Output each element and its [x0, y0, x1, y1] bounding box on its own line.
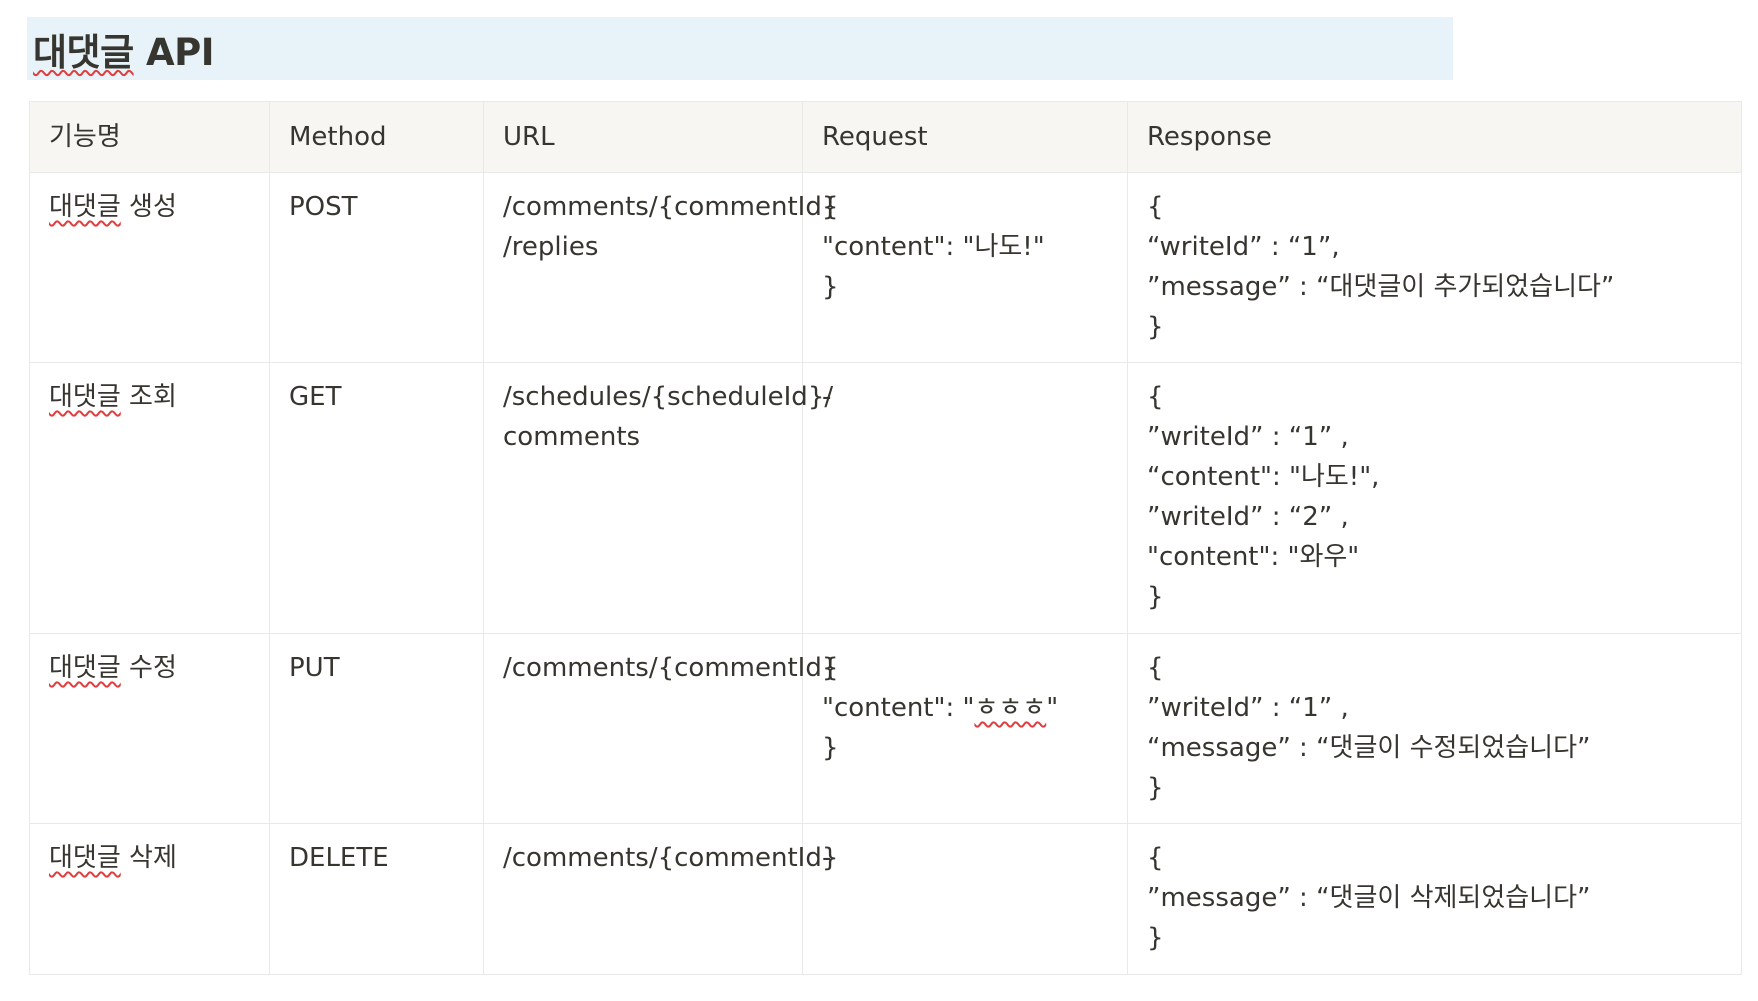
response-line: {: [1147, 653, 1164, 683]
feature-rest: 삭제: [120, 843, 177, 873]
url-line: /schedules/{scheduleId}/: [503, 382, 834, 412]
column-header-request[interactable]: Request: [802, 101, 1128, 173]
cell-method[interactable]: GET: [269, 362, 484, 634]
cell-request[interactable]: { "content": "ㅎㅎㅎ" }: [802, 633, 1128, 824]
cell-url[interactable]: /comments/{commentId}: [483, 633, 839, 824]
feature-rest: 조회: [120, 382, 177, 412]
cell-feature[interactable]: 대댓글 수정: [29, 633, 270, 824]
request-line: {: [822, 192, 839, 222]
cell-url[interactable]: /comments/{commentId} /replies: [483, 172, 839, 363]
column-header-response[interactable]: Response: [1127, 101, 1742, 173]
response-line: }: [1147, 312, 1164, 342]
cell-feature[interactable]: 대댓글 생성: [29, 172, 270, 363]
spellcheck-marked-word: ㅎㅎㅎ: [974, 693, 1047, 723]
cell-method[interactable]: DELETE: [269, 823, 484, 975]
cell-feature[interactable]: 대댓글 삭제: [29, 823, 270, 975]
url-line: /comments/{commentId}: [503, 843, 839, 873]
request-line: "content": "ㅎㅎㅎ": [822, 688, 1108, 728]
table-row: 대댓글 수정 PUT /comments/{commentId} { "cont…: [29, 633, 1742, 824]
cell-response[interactable]: { ”writeId” : “1” , “message” : “댓글이 수정되…: [1127, 633, 1742, 824]
cell-url[interactable]: /schedules/{scheduleId}/ comments: [483, 362, 834, 634]
column-header-feature[interactable]: 기능명: [29, 101, 270, 173]
cell-response[interactable]: { “writeId” : “1”, ”message” : “대댓글이 추가되…: [1127, 172, 1742, 363]
request-text: "content": ": [822, 693, 975, 723]
response-line: }: [1147, 923, 1164, 953]
response-line: “content": "나도!",: [1147, 462, 1380, 492]
cell-feature[interactable]: 대댓글 조회: [29, 362, 270, 634]
response-line: ”message” : “대댓글이 추가되었습니다”: [1147, 272, 1615, 302]
request-line: -: [822, 843, 832, 873]
response-line: ”writeId” : “1” ,: [1147, 422, 1349, 452]
table-row: 대댓글 생성 POST /comments/{commentId} /repli…: [29, 172, 1742, 363]
response-line: {: [1147, 192, 1164, 222]
request-line: -: [822, 382, 832, 412]
spellcheck-marked-word: 대댓글: [49, 192, 121, 222]
feature-rest: 수정: [120, 653, 177, 683]
request-line: "content": "나도!": [822, 232, 1045, 262]
response-line: “message” : “댓글이 수정되었습니다”: [1147, 733, 1591, 763]
url-line: /comments/{commentId}: [503, 192, 839, 222]
cell-method[interactable]: POST: [269, 172, 484, 363]
url-line: /comments/{commentId}: [503, 653, 839, 683]
cell-response[interactable]: { ”message” : “댓글이 삭제되었습니다” }: [1127, 823, 1742, 975]
spellcheck-marked-word: 대댓글: [33, 30, 134, 74]
request-line: }: [822, 733, 839, 763]
response-line: }: [1147, 773, 1164, 803]
url-line: /replies: [503, 232, 599, 262]
response-line: ”message” : “댓글이 삭제되었습니다”: [1147, 883, 1591, 913]
spellcheck-marked-word: 대댓글: [49, 382, 121, 412]
request-text: ": [1046, 693, 1059, 723]
response-line: {: [1147, 843, 1164, 873]
spellcheck-marked-word: 대댓글: [49, 843, 121, 873]
cell-request[interactable]: -: [802, 823, 1128, 975]
response-line: ”writeId” : “2” ,: [1147, 502, 1349, 532]
url-line: comments: [503, 422, 641, 452]
cell-request[interactable]: -: [802, 362, 1128, 634]
response-line: "content": "와우": [1147, 542, 1360, 572]
request-line: }: [822, 272, 839, 302]
response-line: “writeId” : “1”,: [1147, 232, 1340, 262]
cell-url[interactable]: /comments/{commentId}: [483, 823, 839, 975]
column-header-url[interactable]: URL: [483, 101, 803, 173]
column-header-method[interactable]: Method: [269, 101, 484, 173]
cell-response[interactable]: { ”writeId” : “1” , “content": "나도!", ”w…: [1127, 362, 1742, 634]
page-title: 대댓글 API: [33, 22, 215, 76]
table-row: 대댓글 삭제 DELETE /comments/{commentId} - { …: [29, 823, 1742, 975]
table-header-row: 기능명 Method URL Request Response: [29, 101, 1742, 173]
feature-rest: 생성: [120, 192, 177, 222]
spellcheck-marked-word: 대댓글: [49, 653, 121, 683]
response-line: ”writeId” : “1” ,: [1147, 693, 1349, 723]
response-line: {: [1147, 382, 1164, 412]
cell-method[interactable]: PUT: [269, 633, 484, 824]
request-line: {: [822, 653, 839, 683]
page-title-rest: API: [133, 30, 215, 74]
table-row: 대댓글 조회 GET /schedules/{scheduleId}/ comm…: [29, 362, 1742, 634]
api-table: 기능명 Method URL Request Response 대댓글 생성 P…: [29, 101, 1742, 975]
cell-request[interactable]: { "content": "나도!" }: [802, 172, 1128, 363]
response-line: }: [1147, 582, 1164, 612]
title-callout: 대댓글 API: [27, 17, 1453, 80]
